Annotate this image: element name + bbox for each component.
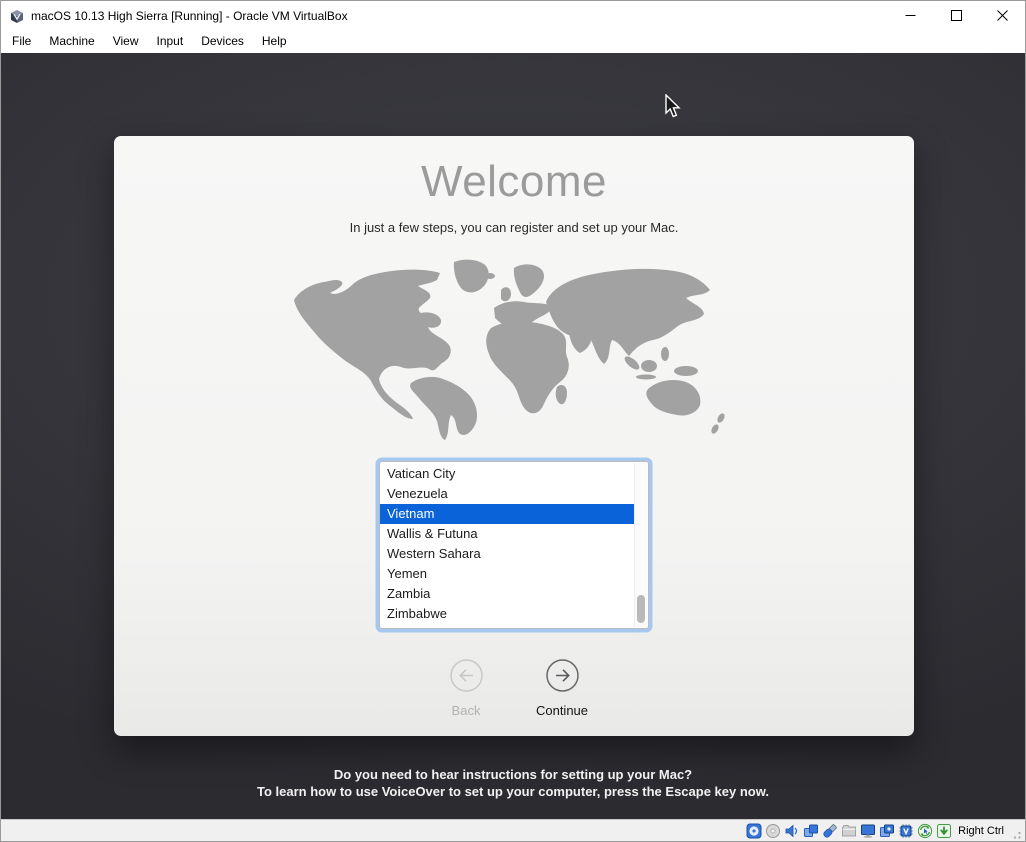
hard-disks-icon[interactable] <box>746 823 762 839</box>
menu-item[interactable]: Devices <box>192 30 253 53</box>
menu-item[interactable]: Machine <box>40 30 103 53</box>
network-icon[interactable] <box>803 823 819 839</box>
list-item[interactable]: Yemen <box>380 564 634 584</box>
setup-assistant-card: Welcome In just a few steps, you can reg… <box>114 136 914 736</box>
continue-button[interactable]: Continue <box>527 659 597 718</box>
menu-item[interactable]: Input <box>148 30 193 53</box>
optical-drives-icon[interactable] <box>765 823 781 839</box>
menu-item[interactable]: View <box>104 30 148 53</box>
continue-arrow-icon <box>546 659 579 692</box>
display-icon[interactable] <box>860 823 876 839</box>
page-title: Welcome <box>114 157 914 207</box>
title-bar: macOS 10.13 High Sierra [Running] - Orac… <box>1 1 1025 30</box>
continue-label: Continue <box>536 703 588 718</box>
maximize-button[interactable] <box>933 1 979 30</box>
mouse-integration-icon[interactable] <box>917 823 933 839</box>
list-item[interactable]: Western Sahara <box>380 544 634 564</box>
menu-item[interactable]: Help <box>253 30 296 53</box>
list-item[interactable]: Vietnam <box>380 504 634 524</box>
back-arrow-icon <box>450 659 483 692</box>
menu-bar: File Machine View Input Devices Help <box>1 30 1025 53</box>
page-subtitle: In just a few steps, you can register an… <box>114 220 914 235</box>
scrollbar-thumb[interactable] <box>637 595 645 623</box>
list-item[interactable]: Venezuela <box>380 484 634 504</box>
list-item[interactable]: Zimbabwe <box>380 604 634 624</box>
window-controls <box>887 1 1025 30</box>
resize-grip[interactable] <box>1010 828 1022 840</box>
list-item-label: Wallis & Futuna <box>387 526 478 541</box>
back-label: Back <box>452 703 481 718</box>
list-item[interactable]: Wallis & Futuna <box>380 524 634 544</box>
mouse-cursor <box>664 94 681 118</box>
list-item[interactable]: Vatican City <box>380 464 634 484</box>
menu-item[interactable]: File <box>3 30 40 53</box>
country-list: Vatican City Venezuela Vietnam Wallis & … <box>380 464 634 628</box>
country-listbox[interactable]: Vatican City Venezuela Vietnam Wallis & … <box>379 461 649 629</box>
recording-icon[interactable] <box>879 823 895 839</box>
virtualbox-window: macOS 10.13 High Sierra [Running] - Orac… <box>0 0 1026 842</box>
voiceover-line1: Do you need to hear instructions for set… <box>1 766 1025 783</box>
back-button[interactable]: Back <box>431 659 501 718</box>
minimize-icon <box>905 10 916 21</box>
world-map-image <box>284 256 744 444</box>
list-item[interactable]: Zambia <box>380 584 634 604</box>
minimize-button[interactable] <box>887 1 933 30</box>
voiceover-hint: Do you need to hear instructions for set… <box>1 766 1025 800</box>
usb-icon[interactable] <box>822 823 838 839</box>
list-item-label: Western Sahara <box>387 546 481 561</box>
virtualbox-logo-icon <box>9 8 25 24</box>
close-button[interactable] <box>979 1 1025 30</box>
list-item-label: Zimbabwe <box>387 606 447 621</box>
voiceover-line2: To learn how to use VoiceOver to set up … <box>1 783 1025 800</box>
shared-folders-icon[interactable] <box>841 823 857 839</box>
host-key-label: Right Ctrl <box>958 825 1004 837</box>
close-icon <box>997 10 1008 21</box>
keyboard-icon[interactable] <box>936 823 952 839</box>
list-item-label: Vietnam <box>387 506 434 521</box>
scrollbar-track[interactable] <box>634 463 647 627</box>
list-item-label: Venezuela <box>387 486 448 501</box>
status-bar: Right Ctrl <box>1 819 1025 841</box>
list-item-label: Vatican City <box>387 466 455 481</box>
list-item-label: Zambia <box>387 586 430 601</box>
audio-icon[interactable] <box>784 823 800 839</box>
features-icon[interactable] <box>898 823 914 839</box>
list-item-label: Yemen <box>387 566 427 581</box>
vm-guest-screen: Welcome In just a few steps, you can reg… <box>1 53 1025 819</box>
maximize-icon <box>951 10 962 21</box>
window-title: macOS 10.13 High Sierra [Running] - Orac… <box>31 9 348 23</box>
